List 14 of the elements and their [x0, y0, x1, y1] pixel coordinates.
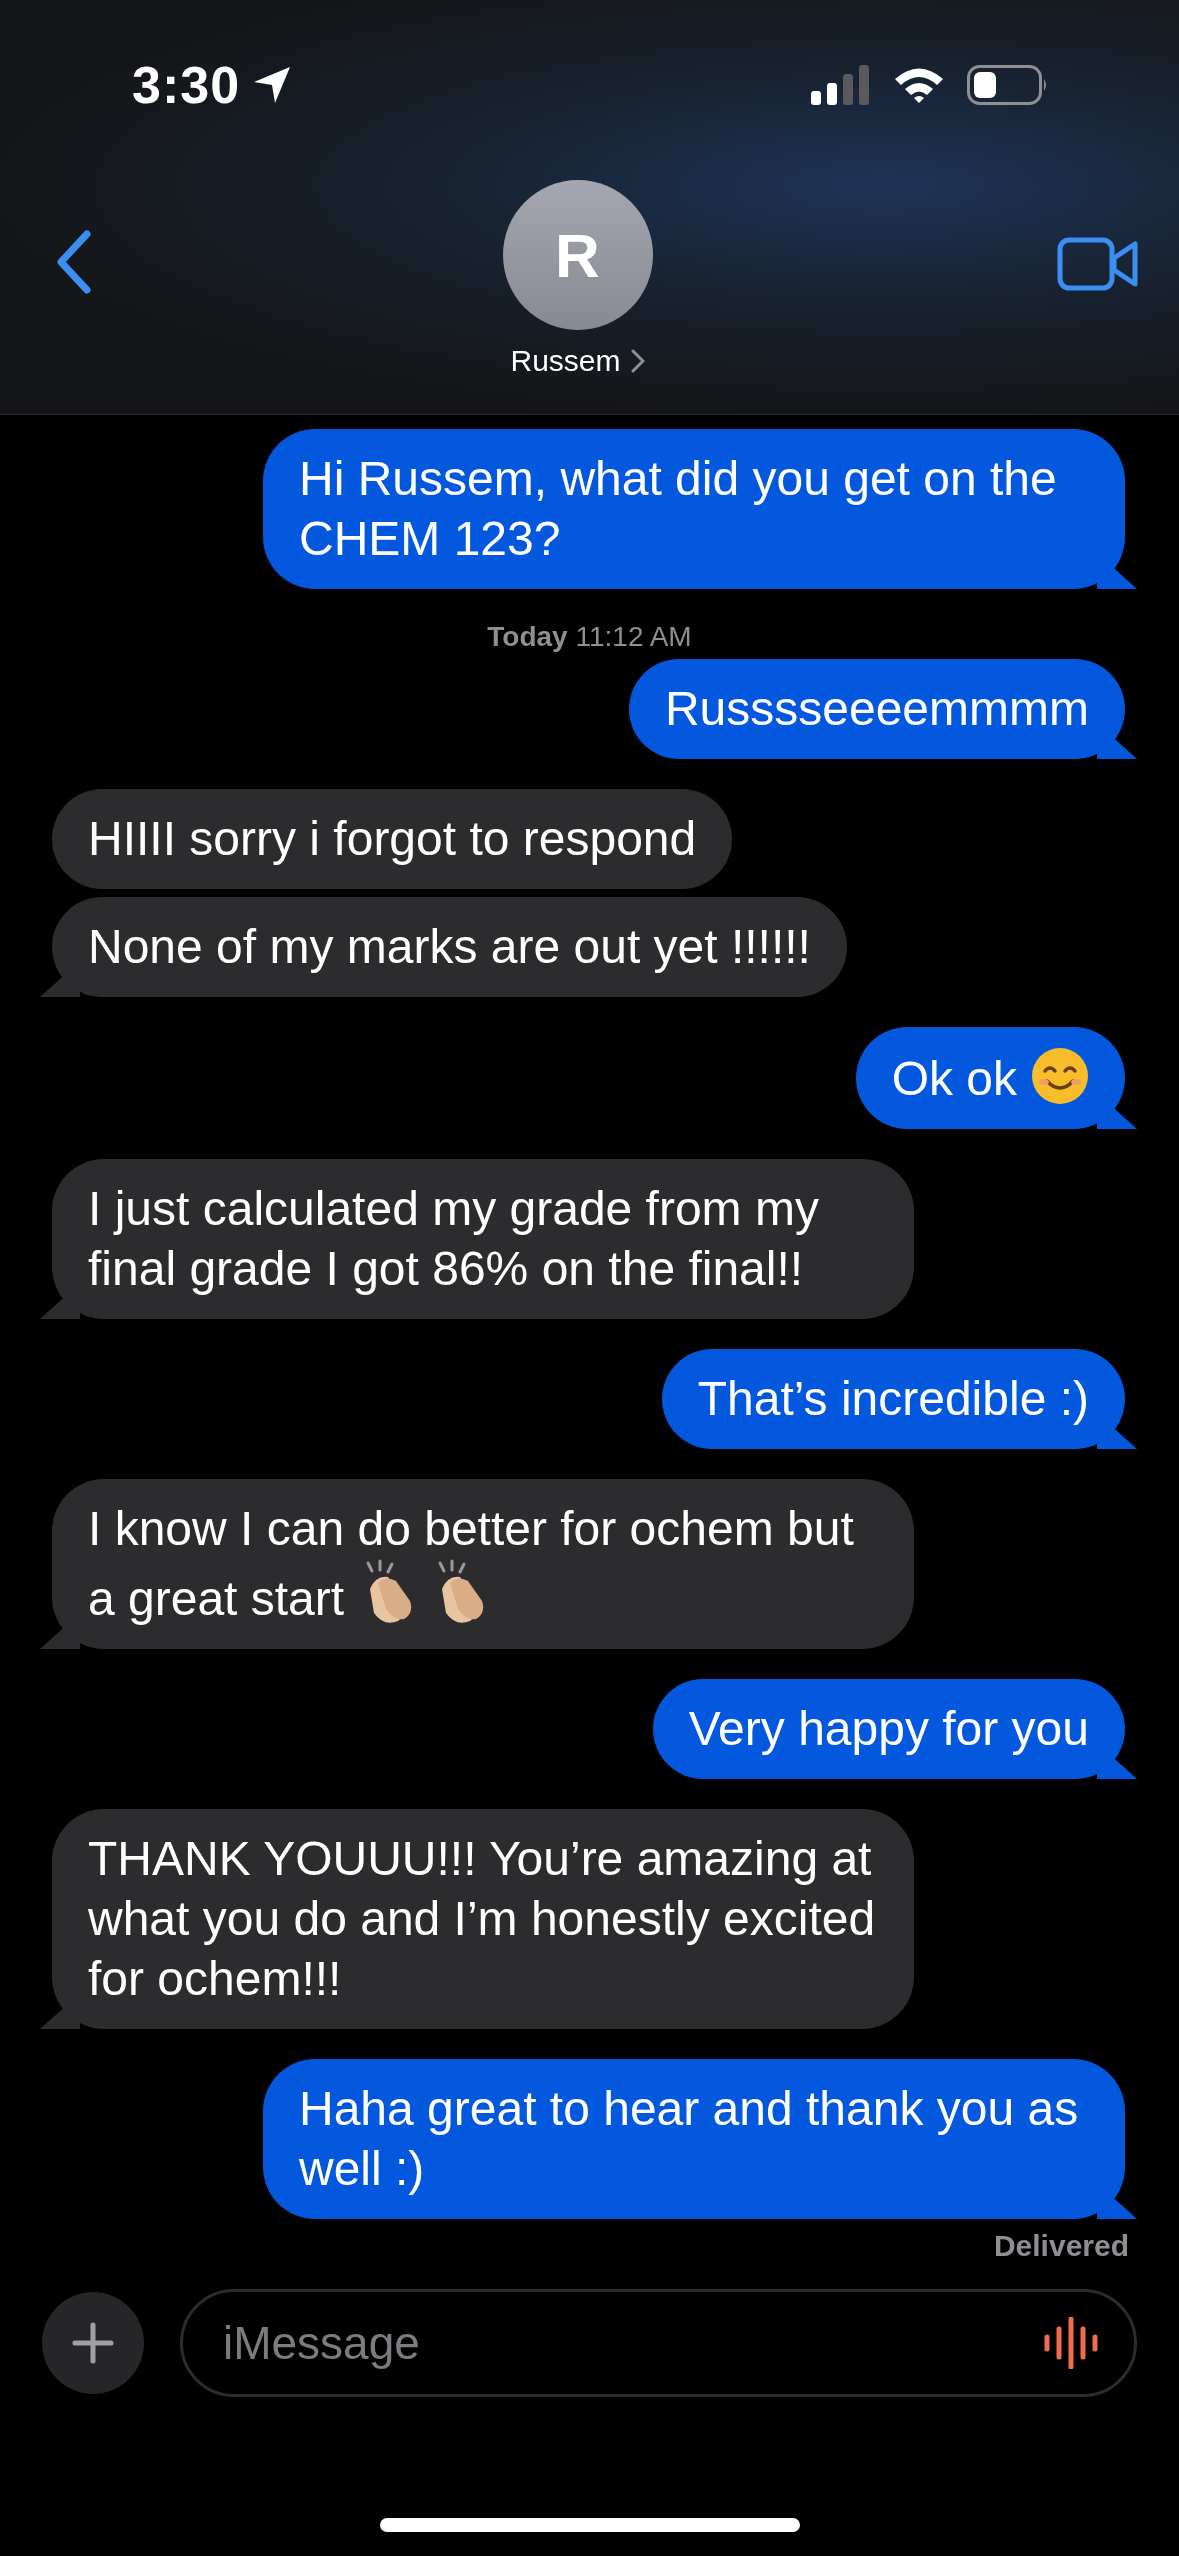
signal-icon [811, 65, 871, 105]
plus-icon [71, 2321, 115, 2365]
audio-waveform-icon[interactable] [1043, 2317, 1099, 2369]
chevron-right-icon [630, 349, 645, 373]
battery-icon [967, 65, 1049, 105]
contact-name[interactable]: Russem [510, 344, 645, 378]
location-arrow-icon [252, 65, 293, 105]
video-call-button[interactable] [1057, 236, 1139, 292]
wifi-icon [893, 66, 945, 104]
status-time: 3:30 [132, 55, 241, 115]
smiling-face-icon [1031, 1047, 1089, 1105]
timestamp: Today 11:12 AM [487, 621, 692, 653]
delivery-status: Delivered [993, 2229, 1129, 2263]
message-field[interactable]: iMessage [180, 2289, 1137, 2397]
